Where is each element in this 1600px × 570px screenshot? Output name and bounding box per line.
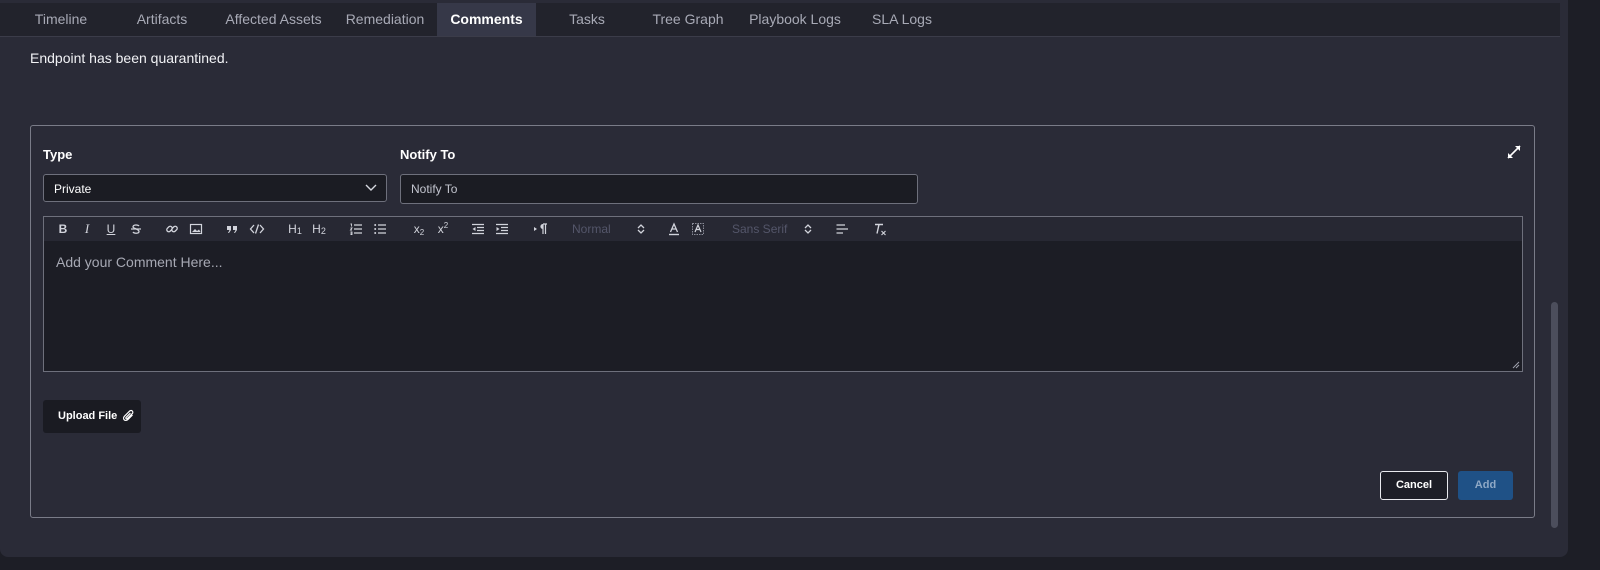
font-size-select[interactable]: Normal xyxy=(572,220,632,238)
expand-icon[interactable] xyxy=(1505,143,1523,161)
text-direction-icon[interactable] xyxy=(532,220,550,238)
font-size-value: Normal xyxy=(572,222,611,236)
header-2-button[interactable]: H2 xyxy=(310,220,328,238)
tab-bar: Timeline Artifacts Affected Assets Remed… xyxy=(0,3,1560,37)
editor-toolbar: B I U H1 H 2 x 2 x 2 Normal Sans Serif xyxy=(44,217,1522,241)
tab-timeline[interactable]: Timeline xyxy=(0,3,122,36)
text-color-icon[interactable] xyxy=(666,220,682,238)
notify-to-label: Notify To xyxy=(400,147,456,162)
strikethrough-icon[interactable] xyxy=(128,220,144,238)
tab-artifacts[interactable]: Artifacts xyxy=(122,3,202,36)
bullet-list-icon[interactable] xyxy=(372,220,388,238)
bold-button[interactable]: B xyxy=(56,220,70,238)
superscript-mark: 2 xyxy=(443,221,449,230)
subscript-button[interactable]: x2 xyxy=(410,220,428,238)
superscript-button[interactable]: x2 xyxy=(434,220,452,238)
tab-comments[interactable]: Comments xyxy=(437,3,536,36)
underline-button[interactable]: U xyxy=(104,220,118,238)
image-icon[interactable] xyxy=(188,220,204,238)
comment-editor: B I U H1 H 2 x 2 x 2 Normal Sans Serif A… xyxy=(43,216,1523,372)
font-select-arrows-icon xyxy=(803,220,813,238)
paperclip-icon xyxy=(123,409,134,422)
chevron-down-icon xyxy=(365,184,377,191)
type-select-value: Private xyxy=(54,182,92,196)
tab-sla-logs[interactable]: SLA Logs xyxy=(864,3,940,36)
italic-button[interactable]: I xyxy=(80,220,94,238)
subscript-mark: 2 xyxy=(419,228,425,237)
font-family-value: Sans Serif xyxy=(732,222,788,236)
upload-file-label: Upload File xyxy=(58,410,118,422)
header-2-letter: H xyxy=(312,222,321,236)
indent-icon[interactable] xyxy=(494,220,510,238)
notify-to-input[interactable] xyxy=(400,174,918,204)
header-2-number: 2 xyxy=(320,226,326,236)
link-icon[interactable] xyxy=(164,220,180,238)
tab-tree-graph[interactable]: Tree Graph xyxy=(643,3,733,36)
incident-detail-panel: Timeline Artifacts Affected Assets Remed… xyxy=(0,0,1568,557)
ordered-list-icon[interactable] xyxy=(348,220,364,238)
tab-tasks[interactable]: Tasks xyxy=(555,3,619,36)
tab-remediation[interactable]: Remediation xyxy=(336,3,434,36)
resize-handle-icon[interactable] xyxy=(1512,361,1520,369)
header-1-number: 1 xyxy=(296,226,302,236)
scrollbar-thumb[interactable] xyxy=(1551,302,1558,528)
header-1-button[interactable]: H1 xyxy=(286,220,304,238)
cancel-button[interactable]: Cancel xyxy=(1380,471,1448,500)
comment-textarea[interactable]: Add your Comment Here... xyxy=(44,241,1522,371)
upload-file-button[interactable]: Upload File xyxy=(43,400,141,433)
clear-formatting-icon[interactable] xyxy=(872,220,888,238)
tab-affected-assets[interactable]: Affected Assets xyxy=(215,3,332,36)
type-label: Type xyxy=(43,147,73,162)
comment-form: Type Notify To Private B I U xyxy=(30,125,1535,518)
header-1-letter: H xyxy=(288,222,297,236)
code-block-icon[interactable] xyxy=(248,220,266,238)
font-family-select[interactable]: Sans Serif xyxy=(732,220,810,238)
outdent-icon[interactable] xyxy=(470,220,486,238)
blockquote-icon[interactable] xyxy=(224,220,240,238)
previous-comment-text: Endpoint has been quarantined. xyxy=(30,50,229,66)
tab-playbook-logs[interactable]: Playbook Logs xyxy=(745,3,845,36)
add-comment-button[interactable]: Add xyxy=(1458,471,1513,500)
background-color-icon[interactable] xyxy=(690,220,706,238)
align-icon[interactable] xyxy=(834,220,850,238)
type-select[interactable]: Private xyxy=(43,174,387,202)
size-select-arrows-icon xyxy=(636,220,646,238)
comment-placeholder: Add your Comment Here... xyxy=(56,254,223,270)
